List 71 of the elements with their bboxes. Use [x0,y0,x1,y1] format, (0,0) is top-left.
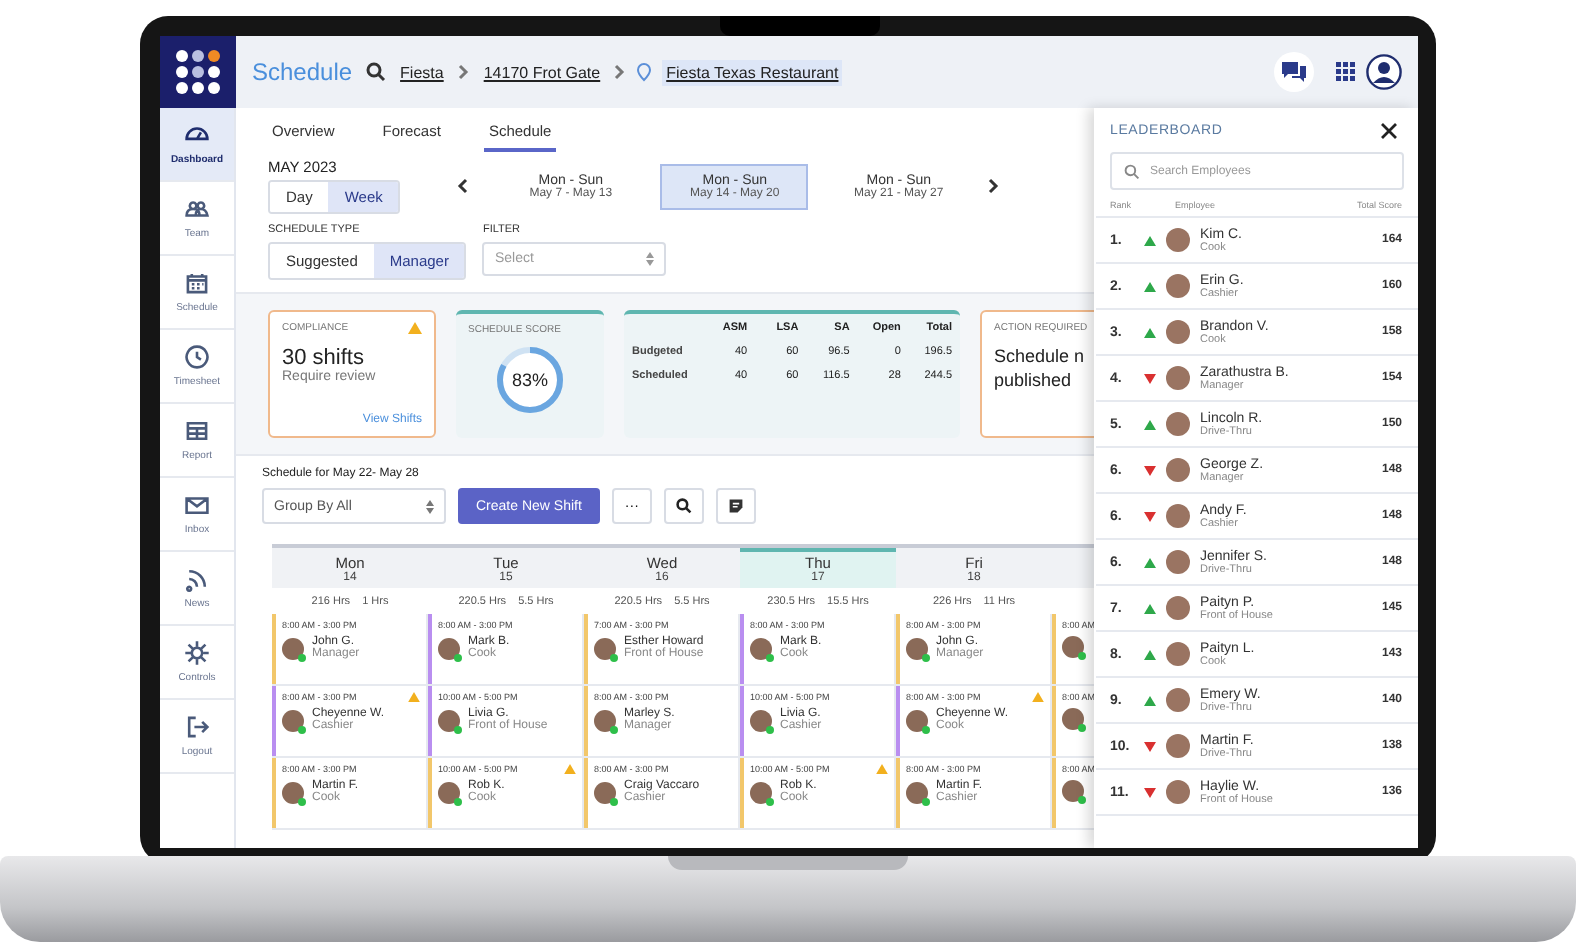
action-text: Schedule n [994,344,1087,368]
avatar-placeholder [1166,320,1190,344]
warning-icon [564,764,576,774]
avatar-placeholder [1062,636,1084,658]
chat-button[interactable] [1274,52,1314,92]
avatar-placeholder [282,781,304,803]
clock-icon [184,344,210,370]
chevron-right-icon [614,64,627,80]
chat-bubbles-icon [1282,62,1306,82]
search-icon [675,498,692,514]
avatar-placeholder [1062,708,1084,730]
avatar-placeholder [594,637,616,659]
avatar-placeholder [1166,550,1190,574]
avatar-placeholder [1166,734,1190,758]
envelope-icon [184,492,210,518]
close-icon[interactable] [1380,122,1398,140]
chevron-left-icon[interactable] [456,178,469,194]
warning-icon [408,692,420,702]
apps-grid-icon[interactable] [1336,62,1356,82]
avatar-placeholder [750,781,772,803]
chevron-right-icon [457,64,470,80]
avatar-placeholder [1166,366,1190,390]
search-button[interactable] [663,488,704,524]
search-icon[interactable] [366,62,387,82]
breadcrumb-link[interactable]: Fiesta [396,59,448,85]
notes-button[interactable] [715,488,756,524]
avatar-placeholder [438,637,460,659]
score-ring [494,344,566,416]
compliance-value: 30 shifts [282,346,364,370]
avatar-placeholder [750,637,772,659]
avatar-placeholder [1166,228,1190,252]
avatar-placeholder [1062,780,1084,802]
avatar-placeholder [1166,780,1190,804]
logout-icon [184,714,210,740]
avatar-placeholder [1166,458,1190,482]
location-pin-icon [636,62,653,82]
avatar-placeholder [282,637,304,659]
table-icon [184,418,210,444]
avatar-placeholder [1166,412,1190,436]
calendar-icon [184,270,210,296]
note-icon [727,498,744,514]
avatar-placeholder [1166,642,1190,666]
sort-arrows-icon [426,499,434,513]
avatar-placeholder [438,709,460,731]
avatar-placeholder [1166,274,1190,298]
rss-icon [184,566,210,592]
avatar-placeholder [906,781,928,803]
avatar-placeholder [750,709,772,731]
warning-icon [408,322,422,334]
user-avatar-icon[interactable] [1366,54,1402,90]
search-icon [1124,163,1140,179]
page-title: Schedule [252,58,353,86]
avatar-placeholder [1166,504,1190,528]
avatar-placeholder [1166,596,1190,620]
score-value: 83% [511,369,548,391]
avatar-placeholder [594,709,616,731]
chevron-right-icon[interactable] [988,178,1001,194]
avatar-placeholder [282,709,304,731]
gear-icon [184,640,210,666]
action-text: published [994,368,1074,392]
sort-arrows-icon [646,252,655,266]
avatar-placeholder [594,781,616,803]
breadcrumb-link[interactable]: Fiesta Texas Restaurant [662,59,843,85]
people-icon [184,196,210,222]
avatar-placeholder [438,781,460,803]
warning-icon [876,764,888,774]
avatar-placeholder [906,637,928,659]
breadcrumb-link[interactable]: 14170 Frot Gate [479,59,605,85]
warning-icon [1032,692,1044,702]
avatar-placeholder [1166,688,1190,712]
avatar-placeholder [906,709,928,731]
